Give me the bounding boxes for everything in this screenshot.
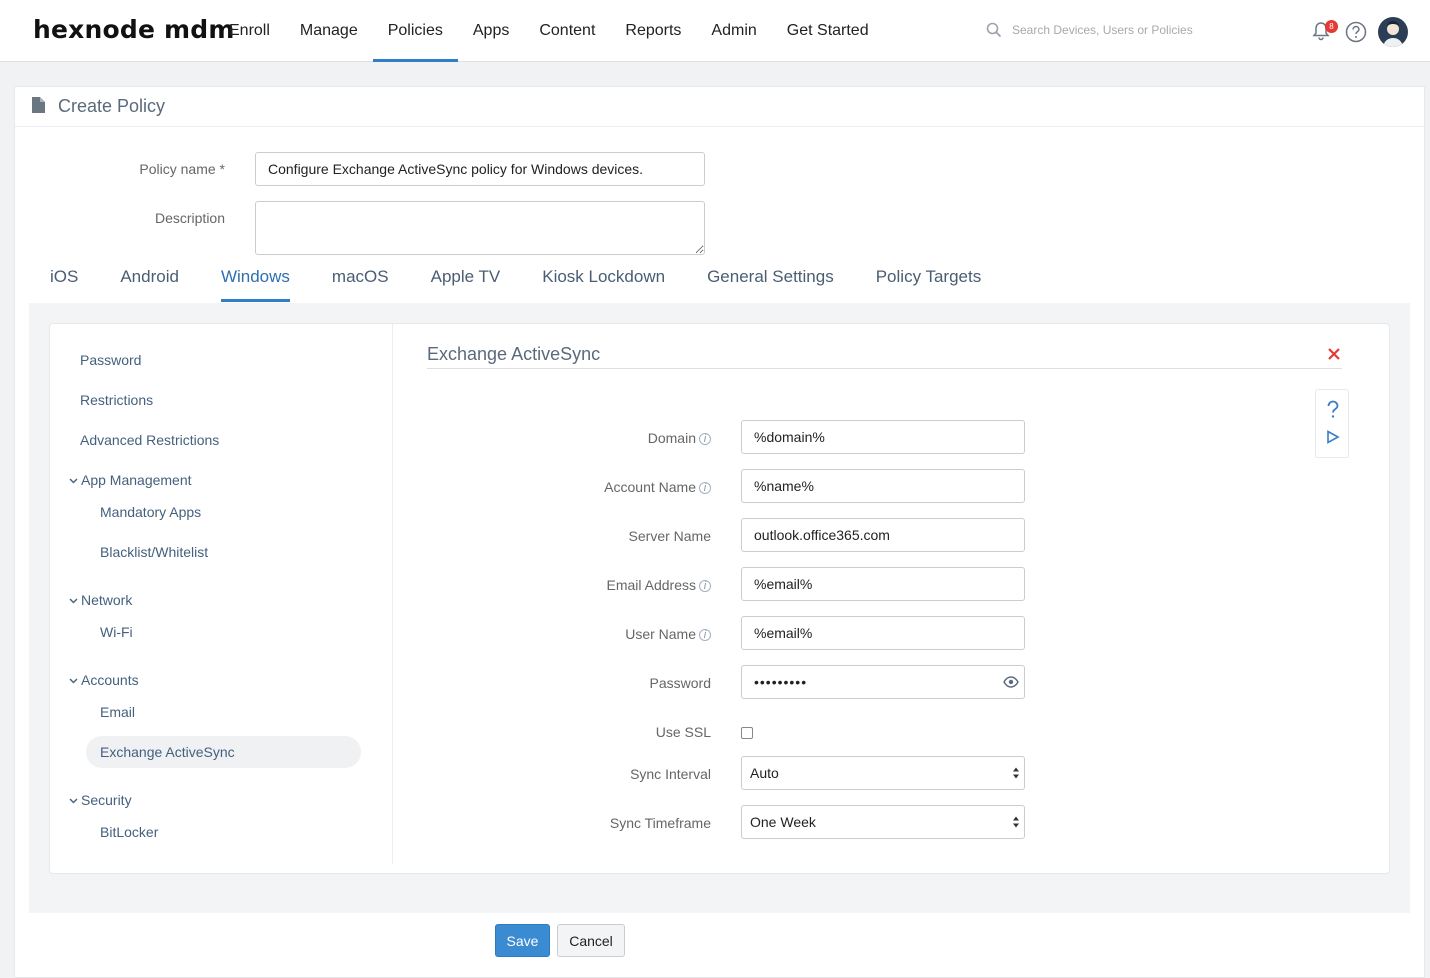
tab-kiosk-lockdown[interactable]: Kiosk Lockdown — [521, 267, 686, 302]
sidebar-item-advanced-restrictions[interactable]: Advanced Restrictions — [80, 432, 219, 448]
sidebar-group-label: Security — [81, 792, 132, 808]
tab-macos[interactable]: macOS — [311, 267, 410, 302]
panel-background: Password Restrictions Advanced Restricti… — [29, 303, 1410, 913]
play-icon[interactable] — [1326, 430, 1340, 444]
close-icon[interactable] — [1326, 346, 1342, 362]
sidebar-group-network[interactable]: Network — [69, 592, 132, 608]
password-input[interactable]: ••••••••• — [741, 665, 1025, 699]
platform-tabs: iOS Android Windows macOS Apple TV Kiosk… — [29, 267, 1002, 305]
helper-toolbar — [1315, 389, 1349, 458]
hexnode-logo[interactable]: hexnode mdm — [33, 15, 235, 44]
nav-get-started[interactable]: Get Started — [772, 0, 884, 62]
tab-ios[interactable]: iOS — [29, 267, 99, 302]
sync-interval-label: Sync Interval — [630, 766, 711, 782]
tab-general-settings[interactable]: General Settings — [686, 267, 855, 302]
info-icon[interactable]: i — [699, 629, 711, 642]
sync-timeframe-select[interactable]: One Week — [741, 805, 1025, 839]
nav-admin[interactable]: Admin — [696, 0, 771, 62]
sidebar-group-accounts[interactable]: Accounts — [69, 672, 139, 688]
sidebar-item-blacklist-whitelist[interactable]: Blacklist/Whitelist — [100, 544, 208, 560]
email-address-label: Email Address i — [411, 577, 711, 593]
card-header: Create Policy — [15, 87, 1424, 127]
tab-windows[interactable]: Windows — [200, 267, 311, 302]
create-policy-card: Create Policy Policy name * Description … — [14, 86, 1425, 978]
sync-interval-select[interactable]: Auto — [741, 756, 1025, 790]
search-input[interactable] — [1012, 23, 1242, 37]
sidebar-item-mandatory-apps[interactable]: Mandatory Apps — [100, 504, 201, 520]
sync-timeframe-value: One Week — [750, 814, 816, 830]
account-name-label-text: Account Name — [604, 479, 696, 495]
description-textarea[interactable] — [255, 201, 705, 255]
nav-manage[interactable]: Manage — [285, 0, 373, 62]
policy-name-input[interactable] — [255, 152, 705, 186]
cancel-button[interactable]: Cancel — [557, 924, 625, 957]
top-navigation-bar: hexnode mdm Enroll Manage Policies Apps … — [0, 0, 1430, 62]
use-ssl-label: Use SSL — [655, 724, 711, 740]
sidebar-item-restrictions[interactable]: Restrictions — [80, 392, 153, 408]
sidebar-item-bitlocker[interactable]: BitLocker — [100, 824, 158, 840]
sidebar-group-app-management[interactable]: App Management — [69, 472, 192, 488]
section-title: Exchange ActiveSync — [427, 344, 601, 364]
domain-label: Domain i — [411, 430, 711, 446]
email-address-input[interactable] — [741, 567, 1025, 601]
nav-enroll[interactable]: Enroll — [214, 0, 285, 62]
email-address-label-text: Email Address — [606, 577, 696, 593]
account-name-label: Account Name i — [411, 479, 711, 495]
page-title: Create Policy — [58, 96, 166, 116]
info-icon[interactable]: i — [699, 482, 711, 495]
main-nav: Enroll Manage Policies Apps Content Repo… — [214, 0, 884, 62]
nav-content[interactable]: Content — [524, 0, 610, 62]
tab-apple-tv[interactable]: Apple TV — [410, 267, 522, 302]
policy-sidebar: Password Restrictions Advanced Restricti… — [50, 324, 393, 864]
chevron-down-icon — [69, 598, 78, 603]
save-button[interactable]: Save — [495, 924, 550, 957]
select-arrows-icon — [1013, 767, 1019, 779]
tab-policy-targets[interactable]: Policy Targets — [855, 267, 1003, 302]
global-search — [986, 22, 1242, 38]
user-avatar[interactable] — [1378, 17, 1408, 47]
sidebar-item-email[interactable]: Email — [100, 704, 135, 720]
user-name-label: User Name i — [411, 626, 711, 642]
user-name-input[interactable] — [741, 616, 1025, 650]
password-label: Password — [649, 675, 711, 691]
sidebar-item-wifi[interactable]: Wi-Fi — [100, 624, 133, 640]
help-icon[interactable] — [1345, 21, 1367, 43]
policy-config-panel: Password Restrictions Advanced Restricti… — [49, 323, 1390, 874]
nav-reports[interactable]: Reports — [610, 0, 696, 62]
eye-icon[interactable] — [1003, 676, 1019, 688]
chevron-down-icon — [69, 798, 78, 803]
select-arrows-icon — [1013, 816, 1019, 828]
info-icon[interactable]: i — [699, 433, 711, 446]
nav-policies[interactable]: Policies — [372, 0, 459, 62]
search-icon — [986, 22, 1002, 38]
user-avatar-icon — [1383, 21, 1403, 47]
sync-timeframe-label: Sync Timeframe — [609, 815, 711, 831]
notification-badge: 8 — [1325, 20, 1338, 33]
sidebar-item-exchange-activesync[interactable]: Exchange ActiveSync — [100, 744, 235, 760]
description-label: Description — [154, 210, 225, 226]
chevron-down-icon — [69, 678, 78, 683]
server-name-input[interactable] — [741, 518, 1025, 552]
sidebar-group-security[interactable]: Security — [69, 792, 132, 808]
section-divider — [427, 368, 1342, 369]
sidebar-group-label: Network — [81, 592, 133, 608]
use-ssl-checkbox[interactable] — [741, 727, 753, 739]
sidebar-item-password[interactable]: Password — [80, 352, 141, 368]
sidebar-group-label: App Management — [81, 472, 192, 488]
domain-label-text: Domain — [647, 430, 696, 446]
user-name-label-text: User Name — [625, 626, 696, 642]
account-name-input[interactable] — [741, 469, 1025, 503]
sidebar-group-label: Accounts — [81, 672, 139, 688]
question-icon[interactable] — [1325, 400, 1341, 420]
nav-apps[interactable]: Apps — [458, 0, 524, 62]
tab-android[interactable]: Android — [99, 267, 200, 302]
info-icon[interactable]: i — [699, 580, 711, 593]
chevron-down-icon — [69, 478, 78, 483]
server-name-label: Server Name — [628, 528, 711, 544]
domain-input[interactable] — [741, 420, 1025, 454]
policy-name-label: Policy name * — [139, 161, 225, 177]
document-icon — [32, 97, 45, 113]
sync-interval-value: Auto — [750, 765, 779, 781]
